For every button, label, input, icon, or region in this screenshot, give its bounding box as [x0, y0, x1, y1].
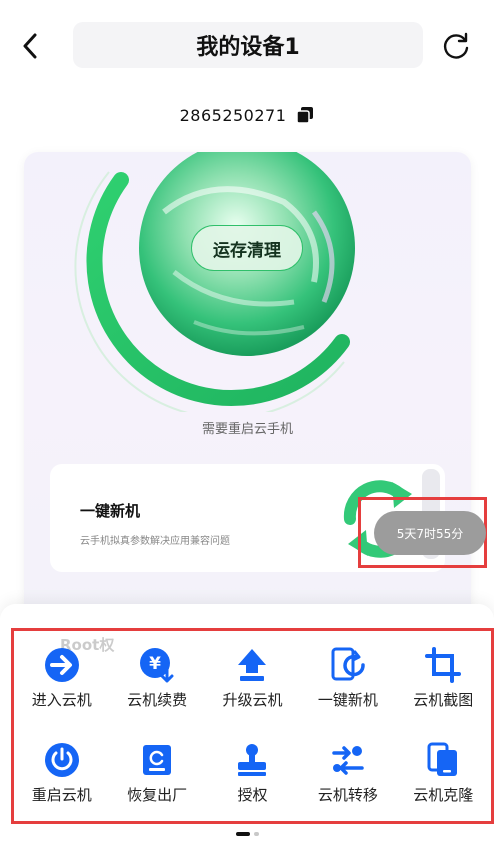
device-id-row: 2865250271	[0, 100, 494, 130]
remaining-time-badge: 5天7时55分	[374, 511, 486, 555]
transfer-button[interactable]: 云机转移	[300, 726, 395, 821]
action-grid-highlight: 进入云机 ¥ 云机续费 升级云机 一键新机 云机截图 重启云机 恢复出厂 授权 …	[11, 628, 494, 824]
action-label: 云机截图	[413, 691, 474, 709]
upload-arrow-icon	[234, 647, 270, 683]
memory-clean-button[interactable]: 运存清理	[191, 225, 303, 271]
page-dot-active[interactable]	[235, 832, 250, 836]
svg-text:¥: ¥	[149, 654, 161, 674]
yen-renew-icon: ¥	[139, 647, 175, 683]
action-label: 升级云机	[222, 691, 283, 709]
screenshot-button[interactable]: 云机截图	[396, 631, 491, 726]
memory-orb	[74, 152, 355, 412]
refresh-icon	[443, 32, 469, 59]
clone-icon	[425, 742, 461, 778]
action-panel: Root权 进入云机 ¥ 云机续费 升级云机 一键新机 云机截图 重启云机 恢复…	[0, 604, 494, 859]
action-label: 云机克隆	[413, 786, 474, 804]
feature-title: 一键新机	[80, 502, 141, 520]
action-label: 重启云机	[31, 786, 92, 804]
timer-highlight-box: 5天7时55分	[358, 497, 487, 568]
arrow-right-circle-icon	[44, 647, 80, 683]
authorize-button[interactable]: 授权	[205, 726, 300, 821]
refresh-button[interactable]	[440, 29, 472, 63]
enter-device-button[interactable]: 进入云机	[14, 631, 109, 726]
action-label: 进入云机	[31, 691, 92, 709]
restart-button[interactable]: 重启云机	[14, 726, 109, 821]
device-id: 2865250271	[179, 105, 287, 125]
chevron-left-icon	[23, 33, 37, 59]
page-title: 我的设备1	[73, 22, 423, 68]
factory-reset-button[interactable]: 恢复出厂	[109, 726, 204, 821]
clone-button[interactable]: 云机克隆	[396, 726, 491, 821]
action-grid: 进入云机 ¥ 云机续费 升级云机 一键新机 云机截图 重启云机 恢复出厂 授权 …	[14, 631, 491, 821]
upgrade-button[interactable]: 升级云机	[205, 631, 300, 726]
header: 我的设备1	[0, 0, 494, 92]
back-button[interactable]	[14, 28, 46, 64]
action-label: 云机续费	[127, 691, 188, 709]
action-label: 一键新机	[317, 691, 378, 709]
feature-description: 云手机拟真参数解决应用兼容问题	[80, 536, 230, 547]
phone-refresh-icon	[330, 647, 366, 683]
action-label: 授权	[237, 786, 268, 804]
restore-device-icon	[139, 742, 175, 778]
renew-button[interactable]: ¥ 云机续费	[109, 631, 204, 726]
restart-hint: 需要重启云手机	[201, 422, 293, 437]
action-label: 恢复出厂	[127, 786, 188, 804]
crop-icon	[425, 647, 462, 683]
power-icon	[44, 742, 80, 778]
pagination-dots	[0, 832, 494, 836]
page-dot[interactable]	[253, 832, 259, 836]
new-device-button[interactable]: 一键新机	[300, 631, 395, 726]
copy-icon[interactable]	[296, 106, 314, 124]
stamp-icon	[234, 742, 270, 778]
transfer-icon	[330, 742, 366, 778]
action-label: 云机转移	[317, 786, 378, 804]
